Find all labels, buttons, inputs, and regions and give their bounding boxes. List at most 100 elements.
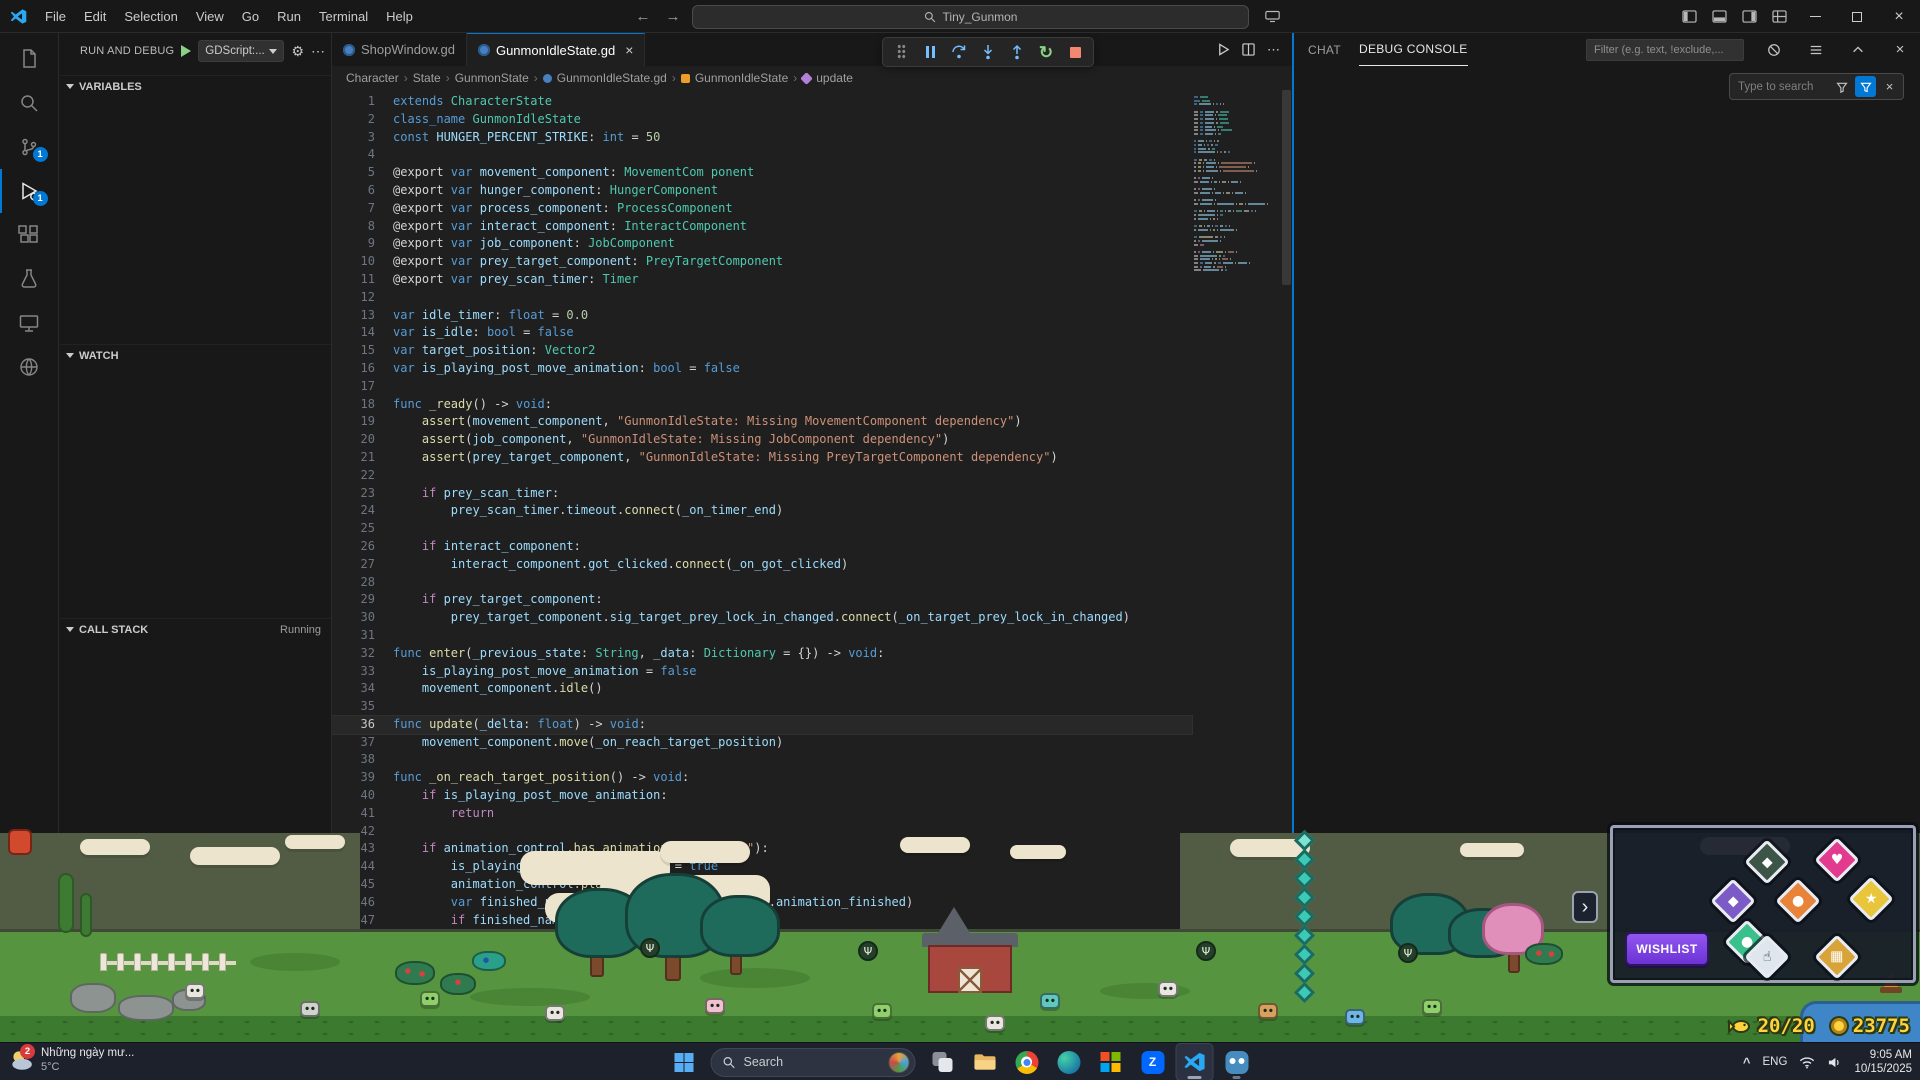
hidden-icons-chevron[interactable]: ^ bbox=[1743, 1055, 1751, 1070]
tab-chat[interactable]: CHAT bbox=[1308, 33, 1341, 66]
editor-scrollbar[interactable] bbox=[1282, 90, 1291, 285]
code-line[interactable]: 9@export var job_component: JobComponent bbox=[332, 235, 1192, 253]
menu-edit[interactable]: Edit bbox=[75, 0, 115, 33]
microsoft-icon[interactable] bbox=[1092, 1043, 1130, 1080]
zalo-icon[interactable]: Z bbox=[1134, 1043, 1172, 1080]
code-line[interactable]: 2class_name GunmonIdleState bbox=[332, 111, 1192, 129]
code-line[interactable]: 10@export var prey_target_component: Pre… bbox=[332, 253, 1192, 271]
code-line[interactable]: 6@export var hunger_component: HungerCom… bbox=[332, 182, 1192, 200]
close-button[interactable]: × bbox=[1878, 0, 1920, 33]
code-line[interactable]: 5@export var movement_component: Movemen… bbox=[332, 164, 1192, 182]
code-line[interactable]: 30 prey_target_component.sig_target_prey… bbox=[332, 609, 1192, 627]
run-debug-icon[interactable]: 1 bbox=[0, 169, 59, 213]
debug-toolbar-grip[interactable] bbox=[888, 40, 914, 64]
code-line[interactable]: 22 bbox=[332, 467, 1192, 485]
start-button[interactable] bbox=[665, 1043, 703, 1080]
code-line[interactable]: 31 bbox=[332, 627, 1192, 645]
step-out-icon[interactable] bbox=[1004, 40, 1030, 64]
breadcrumb-gunmonstate[interactable]: GunmonState bbox=[455, 71, 529, 85]
extensions-icon[interactable] bbox=[0, 213, 59, 257]
launch-config-select[interactable]: GDScript:... bbox=[198, 40, 284, 62]
code-line[interactable]: 36func update(_delta: float) -> void: bbox=[332, 716, 1192, 734]
breadcrumb-state[interactable]: State bbox=[413, 71, 441, 85]
minimap[interactable] bbox=[1194, 96, 1278, 273]
explorer-icon[interactable] bbox=[0, 37, 59, 81]
menu-selection[interactable]: Selection bbox=[115, 0, 186, 33]
volume-icon[interactable] bbox=[1827, 1056, 1842, 1069]
code-line[interactable]: 33 is_playing_post_move_animation = fals… bbox=[332, 663, 1192, 681]
code-line[interactable]: 15var target_position: Vector2 bbox=[332, 342, 1192, 360]
breadcrumb-file[interactable]: GunmonIdleState.gd bbox=[557, 71, 667, 85]
code-line[interactable]: 11@export var prey_scan_timer: Timer bbox=[332, 271, 1192, 289]
more-actions-icon[interactable]: ⋯ bbox=[311, 43, 325, 60]
code-line[interactable]: 21 assert(prey_target_component, "Gunmon… bbox=[332, 449, 1192, 467]
watch-section-header[interactable]: WATCH bbox=[60, 344, 331, 366]
menu-view[interactable]: View bbox=[187, 0, 233, 33]
clock[interactable]: 9:05 AM 10/15/2025 bbox=[1854, 1048, 1912, 1076]
breadcrumb-character[interactable]: Character bbox=[346, 71, 399, 85]
run-file-icon[interactable] bbox=[1217, 43, 1230, 56]
tab-gunmonidlestate[interactable]: GunmonIdleState.gd × bbox=[467, 33, 645, 66]
maximize-button[interactable] bbox=[1836, 0, 1878, 33]
remote-indicator-icon[interactable] bbox=[1257, 0, 1287, 33]
source-control-icon[interactable]: 1 bbox=[0, 125, 59, 169]
command-center-search[interactable]: Tiny_Gunmon bbox=[692, 5, 1249, 29]
task-view-icon[interactable] bbox=[924, 1043, 962, 1080]
menu-file[interactable]: File bbox=[36, 0, 75, 33]
taskbar-search[interactable]: Search bbox=[711, 1048, 916, 1077]
code-line[interactable]: 27 interact_component.got_clicked.connec… bbox=[332, 556, 1192, 574]
step-into-icon[interactable] bbox=[975, 40, 1001, 64]
maximize-panel-icon[interactable] bbox=[1846, 38, 1870, 62]
more-actions-icon[interactable]: ⋯ bbox=[1267, 42, 1280, 58]
code-line[interactable]: 25 bbox=[332, 520, 1192, 538]
code-line[interactable]: 34 movement_component.idle() bbox=[332, 680, 1192, 698]
menu-help[interactable]: Help bbox=[377, 0, 422, 33]
gear-icon[interactable]: ⚙ bbox=[291, 43, 304, 60]
step-over-icon[interactable] bbox=[946, 40, 972, 64]
wishlist-button[interactable]: WISHLIST bbox=[1625, 932, 1709, 966]
forward-icon[interactable]: → bbox=[662, 8, 684, 25]
code-line[interactable]: 28 bbox=[332, 574, 1192, 592]
console-list-icon[interactable] bbox=[1804, 38, 1828, 62]
variables-section-header[interactable]: VARIABLES bbox=[60, 75, 331, 97]
code-line[interactable]: 13var idle_timer: float = 0.0 bbox=[332, 307, 1192, 325]
code-line[interactable]: 12 bbox=[332, 289, 1192, 307]
wishlist-collapse-arrow[interactable]: › bbox=[1572, 891, 1598, 923]
stop-icon[interactable] bbox=[1062, 40, 1088, 64]
code-line[interactable]: 35 bbox=[332, 698, 1192, 716]
badge-bowl[interactable]: ● bbox=[1775, 878, 1820, 923]
remote-explorer-icon[interactable] bbox=[0, 301, 59, 345]
file-explorer-icon[interactable] bbox=[966, 1043, 1004, 1080]
code-line[interactable]: 32func enter(_previous_state: String, _d… bbox=[332, 645, 1192, 663]
breadcrumb-class[interactable]: GunmonIdleState bbox=[695, 71, 788, 85]
clear-console-icon[interactable] bbox=[1762, 38, 1786, 62]
back-icon[interactable]: ← bbox=[632, 8, 654, 25]
testing-icon[interactable] bbox=[0, 257, 59, 301]
wifi-icon[interactable] bbox=[1799, 1056, 1815, 1069]
start-debug-icon[interactable] bbox=[181, 45, 191, 57]
close-find-icon[interactable]: × bbox=[1879, 76, 1900, 97]
layout-panel-icon[interactable] bbox=[1704, 0, 1734, 33]
code-line[interactable]: 4 bbox=[332, 146, 1192, 164]
code-line[interactable]: 17 bbox=[332, 378, 1192, 396]
split-editor-icon[interactable] bbox=[1242, 43, 1255, 56]
badge-paw[interactable]: ♥ bbox=[1814, 837, 1859, 882]
code-line[interactable]: 18func _ready() -> void: bbox=[332, 396, 1192, 414]
badge-star[interactable]: ★ bbox=[1848, 876, 1893, 921]
menu-go[interactable]: Go bbox=[233, 0, 268, 33]
close-tab-icon[interactable]: × bbox=[625, 42, 633, 58]
code-line[interactable]: 26 if interact_component: bbox=[332, 538, 1192, 556]
code-line[interactable]: 29 if prey_target_component: bbox=[332, 591, 1192, 609]
pause-icon[interactable] bbox=[917, 40, 943, 64]
vscode-taskbar-icon[interactable] bbox=[1176, 1043, 1214, 1080]
godot-taskbar-icon[interactable] bbox=[1218, 1043, 1256, 1080]
layout-sidebar-left-icon[interactable] bbox=[1674, 0, 1704, 33]
filter-funnel-icon[interactable] bbox=[1831, 76, 1852, 97]
tab-shopwindow[interactable]: ShopWindow.gd bbox=[332, 33, 467, 66]
code-line[interactable]: 37 movement_component.move(_on_reach_tar… bbox=[332, 734, 1192, 752]
code-line[interactable]: 14var is_idle: bool = false bbox=[332, 324, 1192, 342]
code-line[interactable]: 16var is_playing_post_move_animation: bo… bbox=[332, 360, 1192, 378]
chrome-icon[interactable] bbox=[1008, 1043, 1046, 1080]
code-line[interactable]: 19 assert(movement_component, "GunmonIdl… bbox=[332, 413, 1192, 431]
code-line[interactable]: 20 assert(job_component, "GunmonIdleStat… bbox=[332, 431, 1192, 449]
